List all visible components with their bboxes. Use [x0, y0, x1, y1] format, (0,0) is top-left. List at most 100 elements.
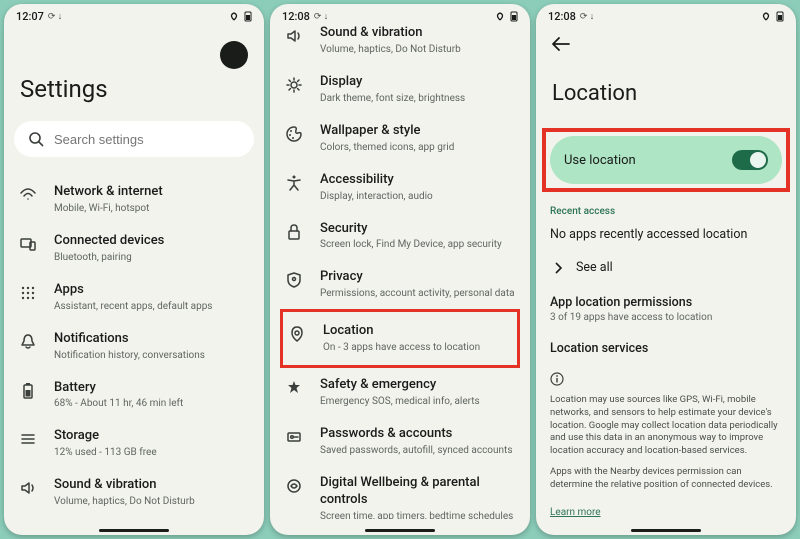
back-button[interactable]	[546, 25, 786, 51]
highlight-use-location: Use location	[542, 128, 790, 192]
no-recent-text: No apps recently accessed location	[550, 227, 786, 242]
row-subtitle: Assistant, recent apps, default apps	[54, 300, 250, 313]
row-subtitle: On - 3 apps have access to location	[323, 341, 513, 354]
settings-item-accessibility[interactable]: AccessibilityDisplay, interaction, audio	[280, 163, 520, 212]
nav-bar[interactable]	[4, 519, 264, 535]
row-subtitle: Volume, haptics, Do Not Disturb	[54, 495, 250, 508]
apps-icon	[18, 282, 38, 302]
status-right-icons	[760, 11, 784, 22]
row-title: Sound & vibration	[320, 25, 516, 42]
app-permissions-sub: 3 of 19 apps have access to location	[550, 312, 786, 323]
settings-item-notifications[interactable]: NotificationsNotification history, conve…	[14, 322, 254, 371]
row-title: Passwords & accounts	[320, 426, 516, 443]
status-time: 12:08	[282, 10, 310, 23]
palette-icon	[284, 123, 304, 143]
sound-icon	[18, 477, 38, 497]
settings-item-sound-vibration[interactable]: Sound & vibrationVolume, haptics, Do Not…	[14, 468, 254, 517]
row-subtitle: Bluetooth, pairing	[54, 251, 250, 264]
row-title: Battery	[54, 380, 250, 397]
row-subtitle: Colors, themed icons, app grid	[320, 141, 516, 154]
use-location-switch[interactable]	[732, 150, 768, 170]
location-info-text-1: Location may use sources like GPS, Wi-Fi…	[550, 394, 782, 458]
nav-bar[interactable]	[270, 519, 530, 535]
status-time: 12:08	[548, 10, 576, 23]
see-all-button[interactable]: See all	[546, 252, 786, 283]
use-location-label: Use location	[564, 153, 636, 168]
settings-item-connected-devices[interactable]: Connected devicesBluetooth, pairing	[14, 224, 254, 273]
app-permissions-title[interactable]: App location permissions	[550, 295, 786, 310]
search-icon	[28, 131, 44, 147]
display-icon	[284, 74, 304, 94]
use-location-toggle-row[interactable]: Use location	[550, 136, 782, 184]
battery-icon	[18, 380, 38, 400]
wellbeing-icon	[284, 475, 304, 495]
search-settings[interactable]	[14, 121, 254, 157]
location-settings-screen: 12:08 ⟳ ↓ Location Use location Recent a…	[536, 4, 796, 535]
settings-item-network-internet[interactable]: Network & internetMobile, Wi-Fi, hotspot	[14, 175, 254, 224]
chevron-right-icon	[554, 262, 562, 274]
row-subtitle: Screen time, app timers, bedtime schedul…	[320, 510, 516, 519]
row-title: Security	[320, 221, 516, 238]
wifi-icon	[18, 184, 38, 204]
row-subtitle: Mobile, Wi-Fi, hotspot	[54, 202, 250, 215]
nav-bar[interactable]	[536, 519, 796, 535]
page-title: Location	[552, 81, 786, 106]
settings-item-digital-wellbeing-parental-controls[interactable]: Digital Wellbeing & parental controlsScr…	[280, 466, 520, 519]
row-title: Notifications	[54, 331, 250, 348]
status-bar: 12:07 ⟳ ↓	[4, 4, 264, 25]
row-title: Accessibility	[320, 172, 516, 189]
row-subtitle: 68% - About 11 hr, 46 min left	[54, 397, 250, 410]
row-subtitle: 12% used - 113 GB free	[54, 446, 250, 459]
row-subtitle: Screen lock, Find My Device, app securit…	[320, 238, 516, 251]
row-title: Location	[323, 323, 513, 340]
status-left-icons: ⟳ ↓	[580, 11, 594, 22]
emergency-icon	[284, 377, 304, 397]
settings-item-sound-vibration[interactable]: Sound & vibrationVolume, haptics, Do Not…	[280, 25, 520, 65]
page-title: Settings	[20, 75, 254, 103]
status-left-icons: ⟳ ↓	[48, 11, 62, 22]
settings-item-storage[interactable]: Storage12% used - 113 GB free	[14, 419, 254, 468]
settings-item-display[interactable]: DisplayDark theme, font size, brightness	[280, 65, 520, 114]
location-services-title[interactable]: Location services	[550, 341, 786, 356]
search-input[interactable]	[54, 132, 240, 147]
learn-more-link[interactable]: Learn more	[550, 507, 601, 518]
status-time: 12:07	[16, 10, 44, 23]
settings-item-apps[interactable]: AppsAssistant, recent apps, default apps	[14, 273, 254, 322]
info-icon	[550, 372, 786, 386]
row-subtitle: Display, interaction, audio	[320, 190, 516, 203]
location-info-text-2: Apps with the Nearby devices permission …	[550, 466, 782, 492]
see-all-label: See all	[576, 260, 613, 275]
bell-icon	[18, 331, 38, 351]
arrow-left-icon	[552, 37, 570, 51]
recent-access-label: Recent access	[550, 206, 786, 217]
settings-item-battery[interactable]: Battery68% - About 11 hr, 46 min left	[14, 371, 254, 420]
row-title: Privacy	[320, 269, 516, 286]
key-icon	[284, 426, 304, 446]
settings-item-wallpaper-style[interactable]: Wallpaper & styleColors, themed icons, a…	[280, 114, 520, 163]
profile-avatar[interactable]	[220, 41, 248, 69]
row-title: Apps	[54, 282, 250, 299]
location-icon	[287, 323, 307, 343]
settings-item-passwords-accounts[interactable]: Passwords & accountsSaved passwords, aut…	[280, 417, 520, 466]
status-bar: 12:08 ⟳ ↓	[536, 4, 796, 25]
row-title: Connected devices	[54, 233, 250, 250]
privacy-icon	[284, 269, 304, 289]
row-title: Wallpaper & style	[320, 123, 516, 140]
row-title: Storage	[54, 428, 250, 445]
devices-icon	[18, 233, 38, 253]
row-subtitle: Permissions, account activity, personal …	[320, 287, 516, 300]
status-bar: 12:08 ⟳ ↓	[270, 4, 530, 25]
lock-icon	[284, 221, 304, 241]
storage-icon	[18, 428, 38, 448]
row-title: Network & internet	[54, 184, 250, 201]
highlight-location: LocationOn - 3 apps have access to locat…	[280, 309, 520, 368]
a11y-icon	[284, 172, 304, 192]
row-title: Digital Wellbeing & parental controls	[320, 475, 516, 509]
settings-item-privacy[interactable]: PrivacyPermissions, account activity, pe…	[280, 260, 520, 309]
settings-item-safety-emergency[interactable]: Safety & emergencyEmergency SOS, medical…	[280, 368, 520, 417]
row-title: Sound & vibration	[54, 477, 250, 494]
settings-item-security[interactable]: SecurityScreen lock, Find My Device, app…	[280, 212, 520, 261]
row-subtitle: Dark theme, font size, brightness	[320, 92, 516, 105]
row-subtitle: Saved passwords, autofill, synced accoun…	[320, 444, 516, 457]
settings-item-location[interactable]: LocationOn - 3 apps have access to locat…	[283, 314, 517, 363]
